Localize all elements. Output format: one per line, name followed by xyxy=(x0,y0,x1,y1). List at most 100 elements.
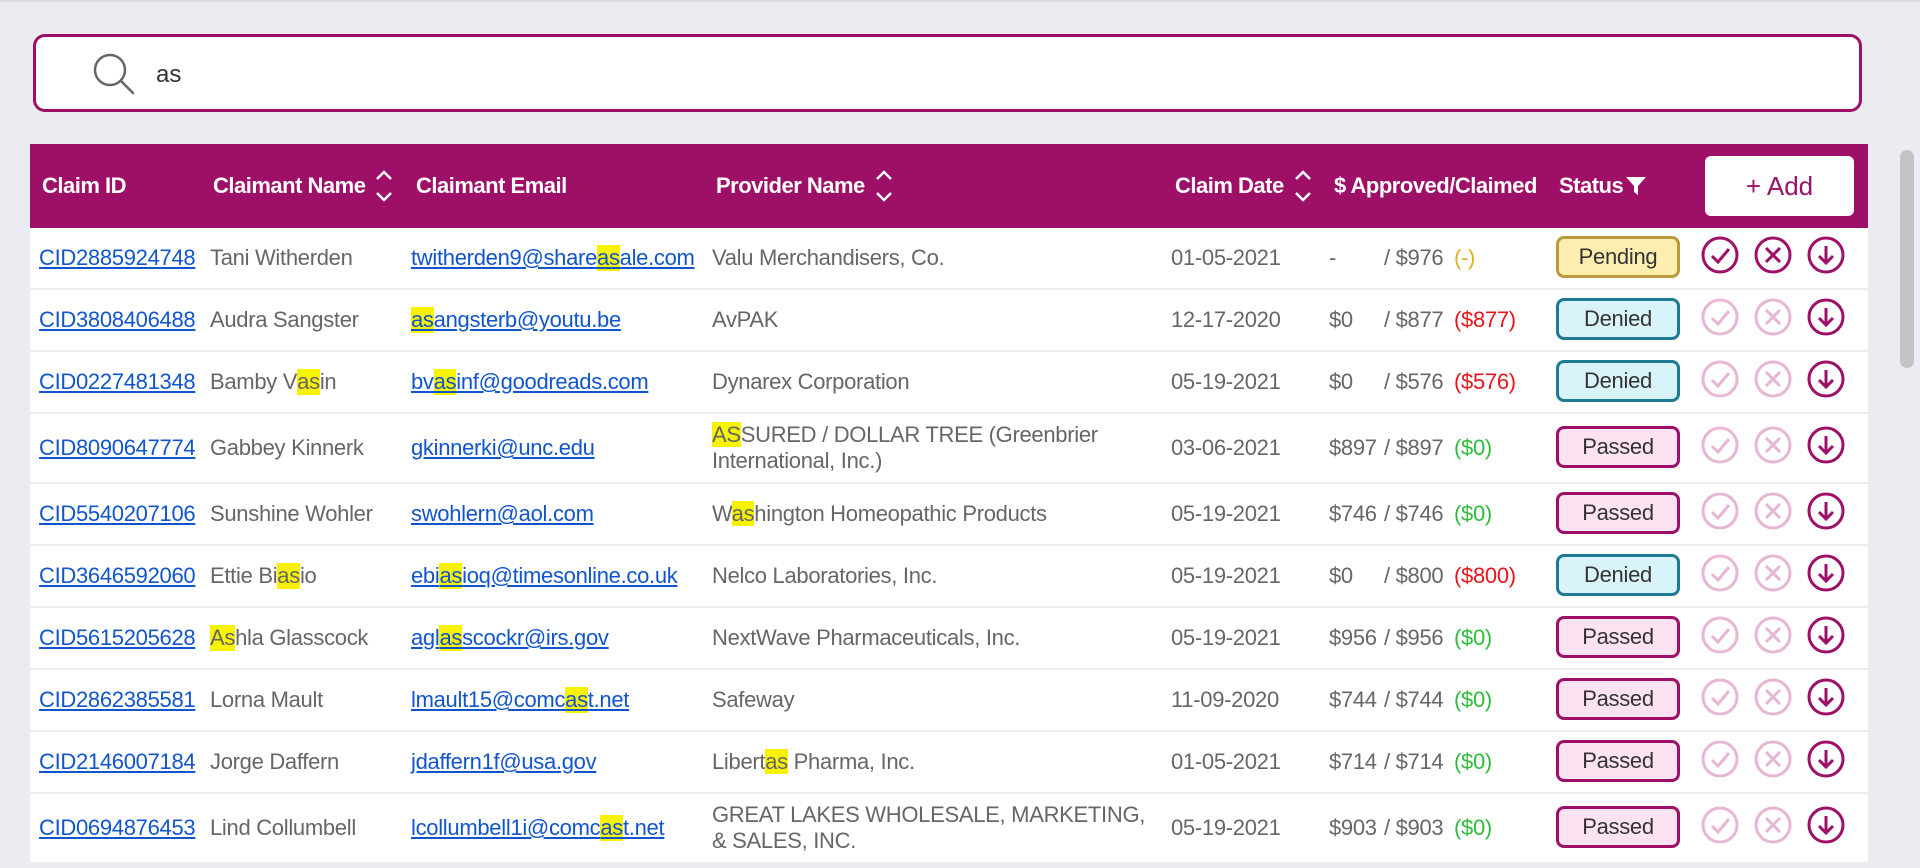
search-highlight: AS xyxy=(712,422,741,447)
approve-button[interactable] xyxy=(1700,608,1740,668)
approve-button[interactable] xyxy=(1700,732,1740,792)
claim-id-link[interactable]: CID2862385581 xyxy=(39,670,196,730)
claim-id-link[interactable]: CID5540207106 xyxy=(39,484,196,544)
download-button[interactable] xyxy=(1806,608,1846,668)
claimant-email-link[interactable]: ebi as ioq@timesonline.co.uk xyxy=(411,546,678,606)
claimant-email-link[interactable]: bv as inf@goodreads.com xyxy=(411,352,649,412)
reject-button[interactable] xyxy=(1753,352,1793,412)
claimant-email-link[interactable]: agl as scockr@irs.gov xyxy=(411,608,609,668)
download-button[interactable] xyxy=(1806,732,1846,792)
text-segment: Pharma, Inc. xyxy=(787,749,915,774)
claimant-email-link[interactable]: gkinnerki@unc.edu xyxy=(411,414,595,482)
text-segment: scockr@irs.gov xyxy=(462,625,609,650)
reject-button[interactable] xyxy=(1753,732,1793,792)
claimed-amount: / $897 xyxy=(1384,435,1444,460)
check-circle-icon xyxy=(1700,297,1740,343)
provider-name: Dynarex Corporation xyxy=(712,352,1152,412)
header-claimant-name[interactable]: Claimant Name xyxy=(213,144,395,228)
header-claim-id: Claim ID xyxy=(42,144,127,228)
header-claimant-name-label: Claimant Name xyxy=(213,173,366,198)
claim-id-link[interactable]: CID3808406488 xyxy=(39,290,196,350)
claimant-email-link[interactable]: lcollumbell1i@comc as t.net xyxy=(411,794,665,862)
difference-amount: ($0) xyxy=(1454,687,1492,712)
claimant-email-link[interactable]: as angsterb@youtu.be xyxy=(411,290,621,350)
claim-id-link[interactable]: CID3646592060 xyxy=(39,546,196,606)
approve-button[interactable] xyxy=(1700,794,1740,862)
approve-button[interactable] xyxy=(1700,352,1740,412)
sort-arrows-icon[interactable] xyxy=(1292,163,1314,209)
claim-date: 11-09-2020 xyxy=(1171,687,1279,712)
reject-button[interactable] xyxy=(1753,290,1793,350)
provider-name-text: ASSURED / DOLLAR TREE (Greenbrier Intern… xyxy=(712,422,1152,474)
scrollbar-thumb[interactable] xyxy=(1900,150,1914,368)
claim-id-link[interactable]: CID8090647774 xyxy=(39,414,196,482)
reject-button[interactable] xyxy=(1753,546,1793,606)
claimant-email-link[interactable]: swohlern@aol.com xyxy=(411,484,594,544)
claimant-name: Lind Collumbell xyxy=(210,794,356,862)
approved-amount: $0 xyxy=(1329,563,1353,588)
approved-amount: $0 xyxy=(1329,369,1353,394)
claimant-email-link[interactable]: twitherden9@share as ale.com xyxy=(411,228,695,288)
text-segment: ale.com xyxy=(619,245,695,270)
claim-date: 01-05-2021 xyxy=(1171,749,1281,774)
header-claim-date[interactable]: Claim Date xyxy=(1175,144,1314,228)
claim-date: 05-19-2021 xyxy=(1171,501,1281,526)
difference-amount: ($0) xyxy=(1454,435,1492,460)
download-circle-icon xyxy=(1806,553,1846,599)
claim-id-link[interactable]: CID0694876453 xyxy=(39,794,196,862)
approve-button[interactable] xyxy=(1700,546,1740,606)
filter-icon[interactable] xyxy=(1625,175,1647,197)
x-circle-icon xyxy=(1753,677,1793,723)
claim-id-link[interactable]: CID2885924748 xyxy=(39,228,196,288)
approve-button[interactable] xyxy=(1700,290,1740,350)
reject-button[interactable] xyxy=(1753,414,1793,482)
text-segment: hla Glasscock xyxy=(235,625,369,650)
search-highlight: as xyxy=(731,501,755,526)
claim-id-link[interactable]: CID0227481348 xyxy=(39,352,196,412)
claim-id-link[interactable]: CID2146007184 xyxy=(39,732,196,792)
download-button[interactable] xyxy=(1806,794,1846,862)
sort-arrows-icon[interactable] xyxy=(873,163,895,209)
claim-id-link[interactable]: CID5615205628 xyxy=(39,608,196,668)
claimant-name: Ettie Bi as io xyxy=(210,546,317,606)
sort-arrows-icon[interactable] xyxy=(373,163,395,209)
check-circle-icon xyxy=(1700,553,1740,599)
add-claim-button[interactable]: + Add xyxy=(1705,156,1854,216)
approve-button[interactable] xyxy=(1700,670,1740,730)
header-status[interactable]: Status xyxy=(1559,144,1647,228)
reject-button[interactable] xyxy=(1753,228,1793,288)
reject-button[interactable] xyxy=(1753,608,1793,668)
approve-button[interactable] xyxy=(1700,228,1740,288)
download-button[interactable] xyxy=(1806,414,1846,482)
provider-name: ASSURED / DOLLAR TREE (Greenbrier Intern… xyxy=(712,414,1152,482)
text-segment: Jorge Daffern xyxy=(210,749,339,774)
download-button[interactable] xyxy=(1806,670,1846,730)
approve-button[interactable] xyxy=(1700,414,1740,482)
check-circle-icon xyxy=(1700,425,1740,471)
text-segment: ebi xyxy=(411,563,440,588)
text-segment: Audra Sangster xyxy=(210,307,359,332)
download-button[interactable] xyxy=(1806,484,1846,544)
reject-button[interactable] xyxy=(1753,794,1793,862)
download-button[interactable] xyxy=(1806,228,1846,288)
claimant-email-link[interactable]: lmault15@comc as t.net xyxy=(411,670,629,730)
claimant-name: Gabbey Kinnerk xyxy=(210,414,364,482)
download-button[interactable] xyxy=(1806,290,1846,350)
approve-button[interactable] xyxy=(1700,484,1740,544)
download-circle-icon xyxy=(1806,425,1846,471)
status-badge: Pending xyxy=(1556,236,1680,278)
download-button[interactable] xyxy=(1806,546,1846,606)
search-input[interactable] xyxy=(154,57,1758,93)
reject-button[interactable] xyxy=(1753,670,1793,730)
download-button[interactable] xyxy=(1806,352,1846,412)
reject-button[interactable] xyxy=(1753,484,1793,544)
claimant-email-link[interactable]: jdaffern1f@usa.gov xyxy=(411,732,597,792)
table-row: CID5615205628 As hla Glasscock agl as scockr@… xyxy=(30,608,1868,670)
table-body: CID2885924748 Tani Witherden twitherden9@s… xyxy=(30,228,1868,864)
header-provider-name[interactable]: Provider Name xyxy=(716,144,895,228)
difference-amount: ($877) xyxy=(1454,307,1516,332)
check-circle-icon xyxy=(1700,491,1740,537)
header-status-label: Status xyxy=(1559,173,1624,198)
status-badge: Denied xyxy=(1556,554,1680,596)
search-bar[interactable] xyxy=(33,34,1862,112)
